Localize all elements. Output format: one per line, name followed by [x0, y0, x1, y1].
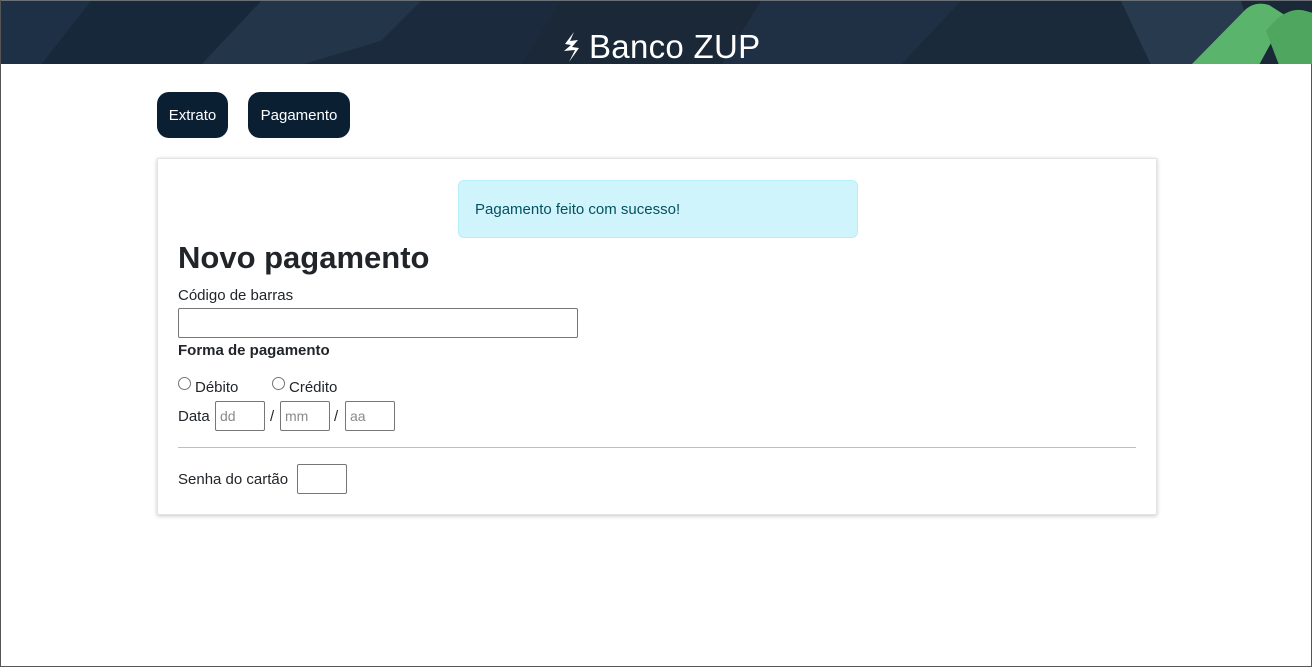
date-separator: / — [270, 408, 275, 425]
date-separator: / — [334, 408, 339, 425]
debit-label: Débito — [195, 379, 239, 396]
card-password-input[interactable] — [297, 464, 347, 494]
payment-card: Pagamento feito com sucesso! Novo pagame… — [157, 158, 1157, 515]
barcode-input[interactable] — [178, 308, 578, 338]
debit-radio-option[interactable]: Débito — [178, 377, 238, 396]
payment-method-label: Forma de pagamento — [178, 342, 330, 359]
success-alert: Pagamento feito com sucesso! — [458, 180, 858, 238]
extrato-button[interactable]: Extrato — [157, 92, 228, 138]
barcode-label: Código de barras — [178, 287, 294, 304]
brand[interactable]: Banco ZUP — [561, 27, 760, 64]
pagamento-button[interactable]: Pagamento — [248, 92, 350, 138]
page-title: Novo pagamento — [178, 240, 430, 275]
credit-label: Crédito — [289, 379, 338, 396]
debit-radio[interactable] — [178, 377, 191, 390]
brand-title: Banco ZUP — [589, 28, 761, 64]
year-input[interactable] — [345, 401, 395, 431]
divider — [178, 447, 1136, 448]
lightning-bolt-icon — [564, 32, 579, 62]
date-label: Data — [178, 408, 210, 425]
card-password-label: Senha do cartão — [178, 471, 289, 488]
alert-message: Pagamento feito com sucesso! — [475, 200, 681, 218]
credit-radio-option[interactable]: Crédito — [272, 377, 337, 396]
top-header: Banco ZUP — [1, 0, 1312, 64]
day-input[interactable] — [215, 401, 265, 431]
credit-radio[interactable] — [272, 377, 285, 390]
month-input[interactable] — [280, 401, 330, 431]
